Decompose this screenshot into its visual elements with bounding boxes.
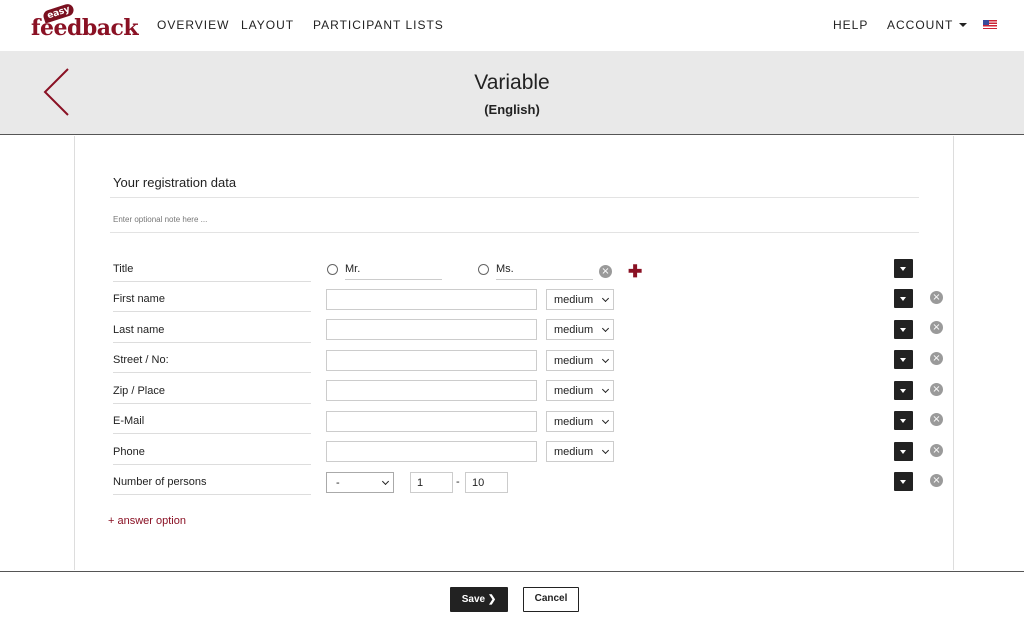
page-title: Variable (474, 71, 550, 94)
remove-option-icon[interactable]: × (599, 265, 612, 278)
size-select-value: medium (554, 416, 594, 428)
radio-ms[interactable] (478, 264, 489, 275)
footer-divider (0, 571, 1024, 572)
chevron-down-icon (601, 294, 610, 303)
chevron-down-icon (381, 477, 390, 486)
last-name-input[interactable] (326, 319, 537, 340)
chevron-down-icon (601, 324, 610, 333)
row-menu-button[interactable] (894, 350, 913, 369)
persons-min-input[interactable]: 1 (410, 472, 453, 493)
logo-wordmark: feedback (31, 15, 139, 41)
field-label-zip[interactable]: Zip / Place (113, 384, 311, 404)
chevron-down-icon (601, 385, 610, 394)
size-select-value: medium (554, 446, 594, 458)
size-select-value: medium (554, 324, 594, 336)
persons-select-value: - (336, 477, 340, 489)
chevron-right-icon: ❯ (487, 594, 497, 605)
field-label-first-name[interactable]: First name (113, 292, 311, 312)
chevron-down-icon (601, 416, 610, 425)
field-label-title[interactable]: Title (113, 262, 311, 282)
zip-input[interactable] (326, 380, 537, 401)
field-label-last-name[interactable]: Last name (113, 323, 311, 343)
phone-size-select[interactable]: medium (546, 441, 614, 462)
field-label-email[interactable]: E-Mail (113, 414, 311, 434)
phone-input[interactable] (326, 441, 537, 462)
row-menu-button[interactable] (894, 320, 913, 339)
radio-label-mr[interactable]: Mr. (345, 263, 442, 280)
persons-max-input[interactable]: 10 (465, 472, 508, 493)
persons-select[interactable]: - (326, 472, 394, 493)
easy-feedback-logo[interactable]: easy feedback (31, 2, 139, 41)
remove-row-icon[interactable]: × (930, 383, 943, 396)
page-subtitle: (English) (484, 102, 540, 117)
nav-participant-lists[interactable]: PARTICIPANT LISTS (313, 18, 444, 32)
field-label-street[interactable]: Street / No: (113, 353, 311, 373)
remove-row-icon[interactable]: × (930, 321, 943, 334)
remove-row-icon[interactable]: × (930, 474, 943, 487)
caret-down-icon (959, 23, 968, 27)
divider (110, 232, 919, 233)
radio-label-ms[interactable]: Ms. (496, 263, 593, 280)
divider (110, 197, 919, 198)
field-label-phone[interactable]: Phone (113, 445, 311, 465)
page-header: Variable (English) (0, 51, 1024, 135)
remove-row-icon[interactable]: × (930, 352, 943, 365)
last-name-size-select[interactable]: medium (546, 319, 614, 340)
remove-row-icon[interactable]: × (930, 291, 943, 304)
nav-help[interactable]: HELP (833, 18, 868, 32)
field-label-number-of-persons[interactable]: Number of persons (113, 475, 311, 495)
us-flag-icon[interactable] (983, 20, 997, 29)
email-input[interactable] (326, 411, 537, 432)
row-menu-button[interactable] (894, 259, 913, 278)
top-navigation: easy feedback OVERVIEW LAYOUT PARTICIPAN… (0, 0, 1024, 50)
section-title[interactable]: Your registration data (113, 175, 236, 190)
save-button-label: Save (461, 594, 486, 605)
chevron-down-icon (601, 446, 610, 455)
chevron-down-icon (601, 355, 610, 364)
street-input[interactable] (326, 350, 537, 371)
first-name-input[interactable] (326, 289, 537, 310)
remove-row-icon[interactable]: × (930, 413, 943, 426)
remove-row-icon[interactable]: × (930, 444, 943, 457)
row-menu-button[interactable] (894, 381, 913, 400)
first-name-size-select[interactable]: medium (546, 289, 614, 310)
add-option-icon[interactable]: ✚ (628, 262, 642, 282)
cancel-button[interactable]: Cancel (523, 587, 579, 612)
size-select-value: medium (554, 385, 594, 397)
row-menu-button[interactable] (894, 411, 913, 430)
row-menu-button[interactable] (894, 289, 913, 308)
nav-layout[interactable]: LAYOUT (241, 18, 294, 32)
radio-mr[interactable] (327, 264, 338, 275)
nav-account-label: ACCOUNT (887, 18, 954, 32)
nav-overview[interactable]: OVERVIEW (157, 18, 229, 32)
nav-account[interactable]: ACCOUNT (887, 18, 968, 32)
street-size-select[interactable]: medium (546, 350, 614, 371)
zip-size-select[interactable]: medium (546, 380, 614, 401)
add-answer-option-link[interactable]: + answer option (108, 515, 186, 527)
row-menu-button[interactable] (894, 442, 913, 461)
email-size-select[interactable]: medium (546, 411, 614, 432)
size-select-value: medium (554, 294, 594, 306)
row-menu-button[interactable] (894, 472, 913, 491)
range-dash: - (456, 476, 460, 488)
size-select-value: medium (554, 355, 594, 367)
save-button[interactable]: Save ❯ (450, 587, 508, 612)
note-input[interactable]: Enter optional note here ... (113, 215, 207, 224)
